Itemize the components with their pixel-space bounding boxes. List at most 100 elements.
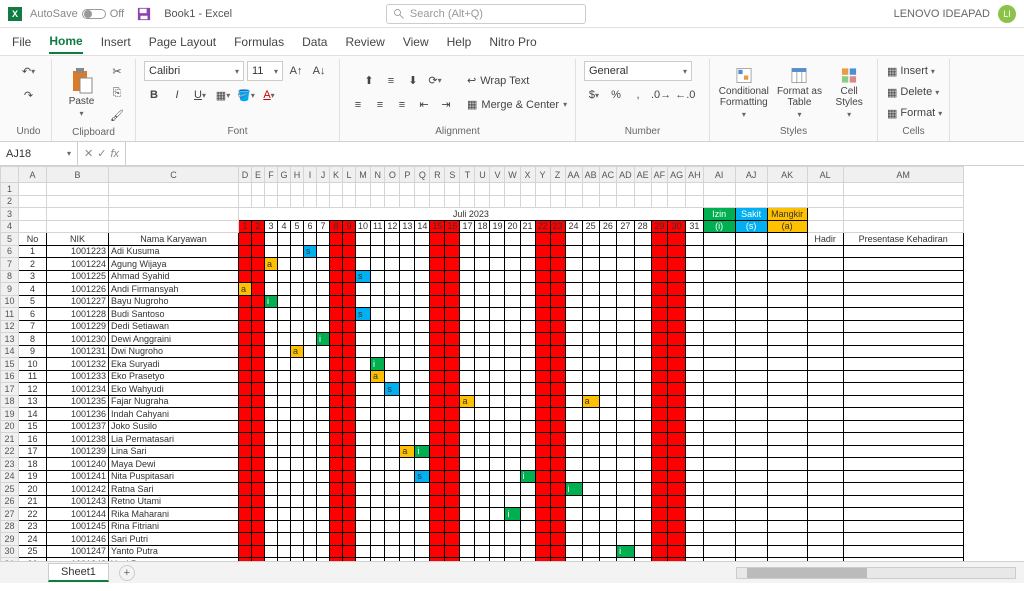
cell-no[interactable]: 6 bbox=[19, 308, 47, 321]
tab-formulas[interactable]: Formulas bbox=[234, 31, 284, 53]
cell-day[interactable] bbox=[445, 433, 460, 446]
cell-day[interactable] bbox=[252, 345, 265, 358]
cell-day[interactable] bbox=[445, 283, 460, 296]
cell-day[interactable] bbox=[356, 283, 371, 296]
cell-day[interactable] bbox=[505, 333, 520, 346]
cell-day[interactable] bbox=[304, 458, 317, 471]
cell-day[interactable] bbox=[617, 295, 635, 308]
cell-day[interactable] bbox=[535, 258, 550, 271]
cell-day[interactable] bbox=[445, 558, 460, 562]
cell-day[interactable] bbox=[445, 470, 460, 483]
cell-day[interactable] bbox=[400, 533, 415, 546]
sheet-tab-1[interactable]: Sheet1 bbox=[48, 563, 109, 582]
cell-day[interactable] bbox=[599, 333, 617, 346]
row-header[interactable]: 2 bbox=[1, 195, 19, 208]
cell-day[interactable] bbox=[343, 308, 356, 321]
cell-day[interactable] bbox=[371, 545, 385, 558]
cell-day[interactable] bbox=[599, 308, 617, 321]
col-header[interactable]: AM bbox=[843, 167, 963, 183]
cell-day[interactable] bbox=[475, 470, 490, 483]
cell-day[interactable] bbox=[520, 508, 535, 521]
cell-day[interactable] bbox=[668, 433, 686, 446]
row-header[interactable]: 5 bbox=[1, 233, 19, 246]
cell-no[interactable]: 18 bbox=[19, 458, 47, 471]
row-header[interactable]: 15 bbox=[1, 358, 19, 371]
cell-day[interactable] bbox=[385, 270, 400, 283]
cell-day[interactable] bbox=[304, 395, 317, 408]
cell-day[interactable] bbox=[599, 408, 617, 421]
cell-day[interactable] bbox=[278, 358, 291, 371]
cell-day[interactable] bbox=[400, 295, 415, 308]
tab-insert[interactable]: Insert bbox=[101, 31, 131, 53]
cell-name[interactable]: Indah Cahyani bbox=[109, 408, 239, 421]
cell-day[interactable] bbox=[520, 283, 535, 296]
cell-day[interactable] bbox=[252, 458, 265, 471]
cell-day[interactable] bbox=[617, 383, 635, 396]
cell-day[interactable] bbox=[356, 470, 371, 483]
cell-day[interactable] bbox=[317, 470, 330, 483]
cell-day[interactable] bbox=[490, 445, 505, 458]
cell-day[interactable] bbox=[634, 308, 651, 321]
cell-day[interactable] bbox=[490, 520, 505, 533]
col-header[interactable]: U bbox=[475, 167, 490, 183]
cell-day[interactable] bbox=[582, 483, 599, 496]
cell-day[interactable] bbox=[356, 508, 371, 521]
cell-no[interactable]: 13 bbox=[19, 395, 47, 408]
cell-day[interactable] bbox=[278, 370, 291, 383]
col-header[interactable]: AG bbox=[668, 167, 686, 183]
cell-day[interactable]: a bbox=[291, 345, 304, 358]
col-header[interactable]: AD bbox=[617, 167, 635, 183]
cell-day[interactable] bbox=[400, 495, 415, 508]
cell-day[interactable] bbox=[239, 383, 252, 396]
cell-day[interactable] bbox=[278, 395, 291, 408]
cell-day[interactable] bbox=[550, 408, 565, 421]
cell-day[interactable] bbox=[317, 245, 330, 258]
cell-day[interactable] bbox=[445, 420, 460, 433]
cell-day[interactable] bbox=[565, 245, 582, 258]
cell-day[interactable] bbox=[371, 258, 385, 271]
cell-day[interactable] bbox=[445, 333, 460, 346]
cell-day[interactable] bbox=[651, 533, 668, 546]
cell-day[interactable] bbox=[520, 320, 535, 333]
cell-day[interactable] bbox=[490, 395, 505, 408]
cell-day[interactable] bbox=[475, 495, 490, 508]
row-header[interactable]: 3 bbox=[1, 208, 19, 221]
cell-day[interactable]: s bbox=[385, 383, 400, 396]
cell-day[interactable] bbox=[356, 558, 371, 562]
cell-day[interactable] bbox=[265, 495, 278, 508]
cell-day[interactable]: a bbox=[460, 395, 475, 408]
cell-day[interactable] bbox=[651, 545, 668, 558]
cell-day[interactable] bbox=[565, 508, 582, 521]
cell-day[interactable] bbox=[445, 370, 460, 383]
cell-day[interactable] bbox=[460, 433, 475, 446]
cell-day[interactable] bbox=[239, 545, 252, 558]
cell-day[interactable] bbox=[520, 358, 535, 371]
cell-day[interactable] bbox=[265, 245, 278, 258]
cell-day[interactable] bbox=[634, 370, 651, 383]
cell-day[interactable] bbox=[239, 445, 252, 458]
cell-no[interactable]: 24 bbox=[19, 533, 47, 546]
cell-day[interactable] bbox=[599, 558, 617, 562]
cell-day[interactable] bbox=[686, 545, 704, 558]
cell-day[interactable] bbox=[520, 458, 535, 471]
cell-day[interactable] bbox=[520, 495, 535, 508]
col-header[interactable]: AF bbox=[651, 167, 668, 183]
cell-day[interactable] bbox=[430, 270, 445, 283]
cell-day[interactable] bbox=[535, 520, 550, 533]
cell-day[interactable] bbox=[385, 395, 400, 408]
cell-day[interactable] bbox=[252, 508, 265, 521]
cell-day[interactable] bbox=[582, 408, 599, 421]
cell-day[interactable] bbox=[634, 420, 651, 433]
cell-day[interactable] bbox=[252, 308, 265, 321]
cell-day[interactable] bbox=[430, 508, 445, 521]
cell-day[interactable] bbox=[460, 258, 475, 271]
cell-day[interactable] bbox=[505, 545, 520, 558]
cell-day[interactable] bbox=[265, 370, 278, 383]
cell-day[interactable] bbox=[617, 333, 635, 346]
cell-day[interactable] bbox=[239, 433, 252, 446]
cell-day[interactable] bbox=[445, 520, 460, 533]
cell-day[interactable] bbox=[599, 458, 617, 471]
cell-nik[interactable]: 1001241 bbox=[47, 470, 109, 483]
cell-day[interactable] bbox=[371, 470, 385, 483]
cell-name[interactable]: Nita Puspitasari bbox=[109, 470, 239, 483]
